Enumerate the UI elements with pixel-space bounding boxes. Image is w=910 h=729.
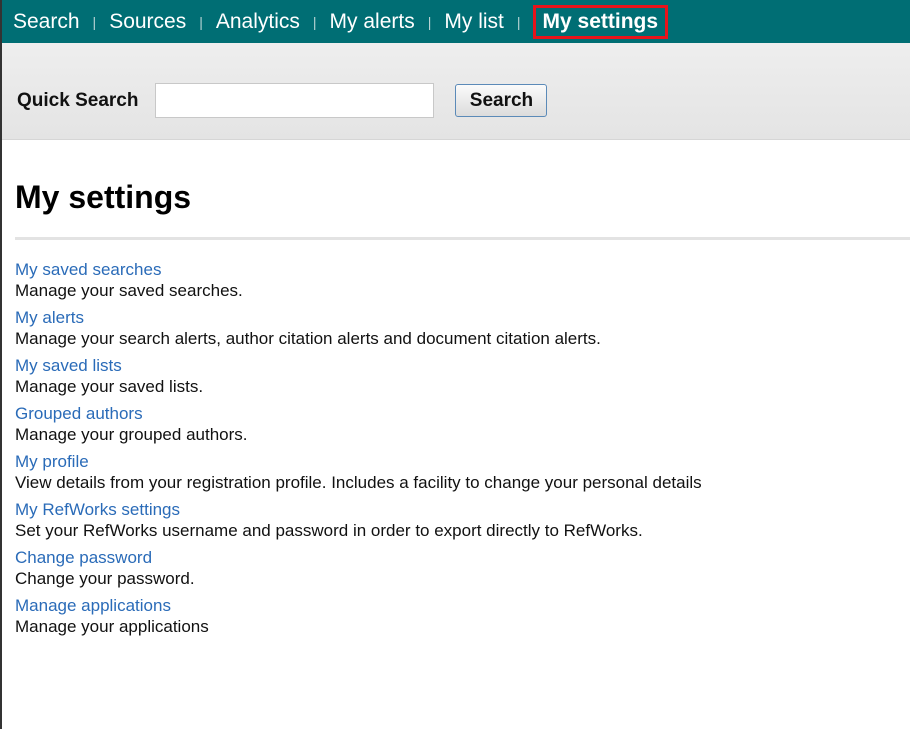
list-item: Grouped authors Manage your grouped auth…	[15, 403, 910, 445]
setting-description: View details from your registration prof…	[15, 473, 702, 492]
profile-link[interactable]: My profile	[15, 451, 910, 472]
setting-description: Manage your saved searches.	[15, 281, 243, 300]
nav-my-settings[interactable]: My settings	[532, 4, 669, 39]
list-item: Change password Change your password.	[15, 547, 910, 589]
change-password-link[interactable]: Change password	[15, 547, 910, 568]
list-item: Manage applications Manage your applicat…	[15, 595, 910, 637]
setting-description: Manage your search alerts, author citati…	[15, 329, 601, 348]
setting-description: Set your RefWorks username and password …	[15, 521, 643, 540]
quick-search-label: Quick Search	[17, 90, 139, 111]
setting-description: Manage your applications	[15, 617, 209, 636]
quick-search-button[interactable]: Search	[455, 84, 548, 117]
settings-list: My saved searches Manage your saved sear…	[15, 259, 910, 637]
saved-lists-link[interactable]: My saved lists	[15, 355, 910, 376]
page-title: My settings	[15, 179, 192, 215]
top-nav: Search | Sources | Analytics | My alerts…	[2, 0, 910, 43]
list-item: My RefWorks settings Set your RefWorks u…	[15, 499, 910, 541]
nav-separator: |	[92, 13, 97, 30]
grouped-authors-link[interactable]: Grouped authors	[15, 403, 910, 424]
nav-separator: |	[516, 13, 521, 30]
list-item: My saved lists Manage your saved lists.	[15, 355, 910, 397]
nav-search[interactable]: Search	[10, 10, 83, 34]
nav-sources[interactable]: Sources	[106, 10, 189, 34]
list-item: My alerts Manage your search alerts, aut…	[15, 307, 910, 349]
nav-my-alerts[interactable]: My alerts	[327, 10, 418, 34]
manage-applications-link[interactable]: Manage applications	[15, 595, 910, 616]
alerts-link[interactable]: My alerts	[15, 307, 910, 328]
page-frame: Search | Sources | Analytics | My alerts…	[0, 0, 910, 729]
nav-analytics[interactable]: Analytics	[213, 10, 303, 34]
main-content: My settings My saved searches Manage you…	[2, 177, 910, 637]
saved-searches-link[interactable]: My saved searches	[15, 259, 910, 280]
title-divider	[15, 237, 910, 240]
list-item: My saved searches Manage your saved sear…	[15, 259, 910, 301]
setting-description: Change your password.	[15, 569, 195, 588]
nav-separator: |	[427, 13, 432, 30]
refworks-settings-link[interactable]: My RefWorks settings	[15, 499, 910, 520]
nav-separator: |	[199, 13, 203, 30]
setting-description: Manage your grouped authors.	[15, 425, 248, 444]
quick-search-input[interactable]	[155, 83, 435, 118]
nav-my-list[interactable]: My list	[441, 10, 507, 34]
list-item: My profile View details from your regist…	[15, 451, 910, 493]
setting-description: Manage your saved lists.	[15, 377, 204, 396]
nav-separator: |	[312, 13, 317, 30]
quick-search-bar: Quick Search Search	[2, 43, 910, 140]
